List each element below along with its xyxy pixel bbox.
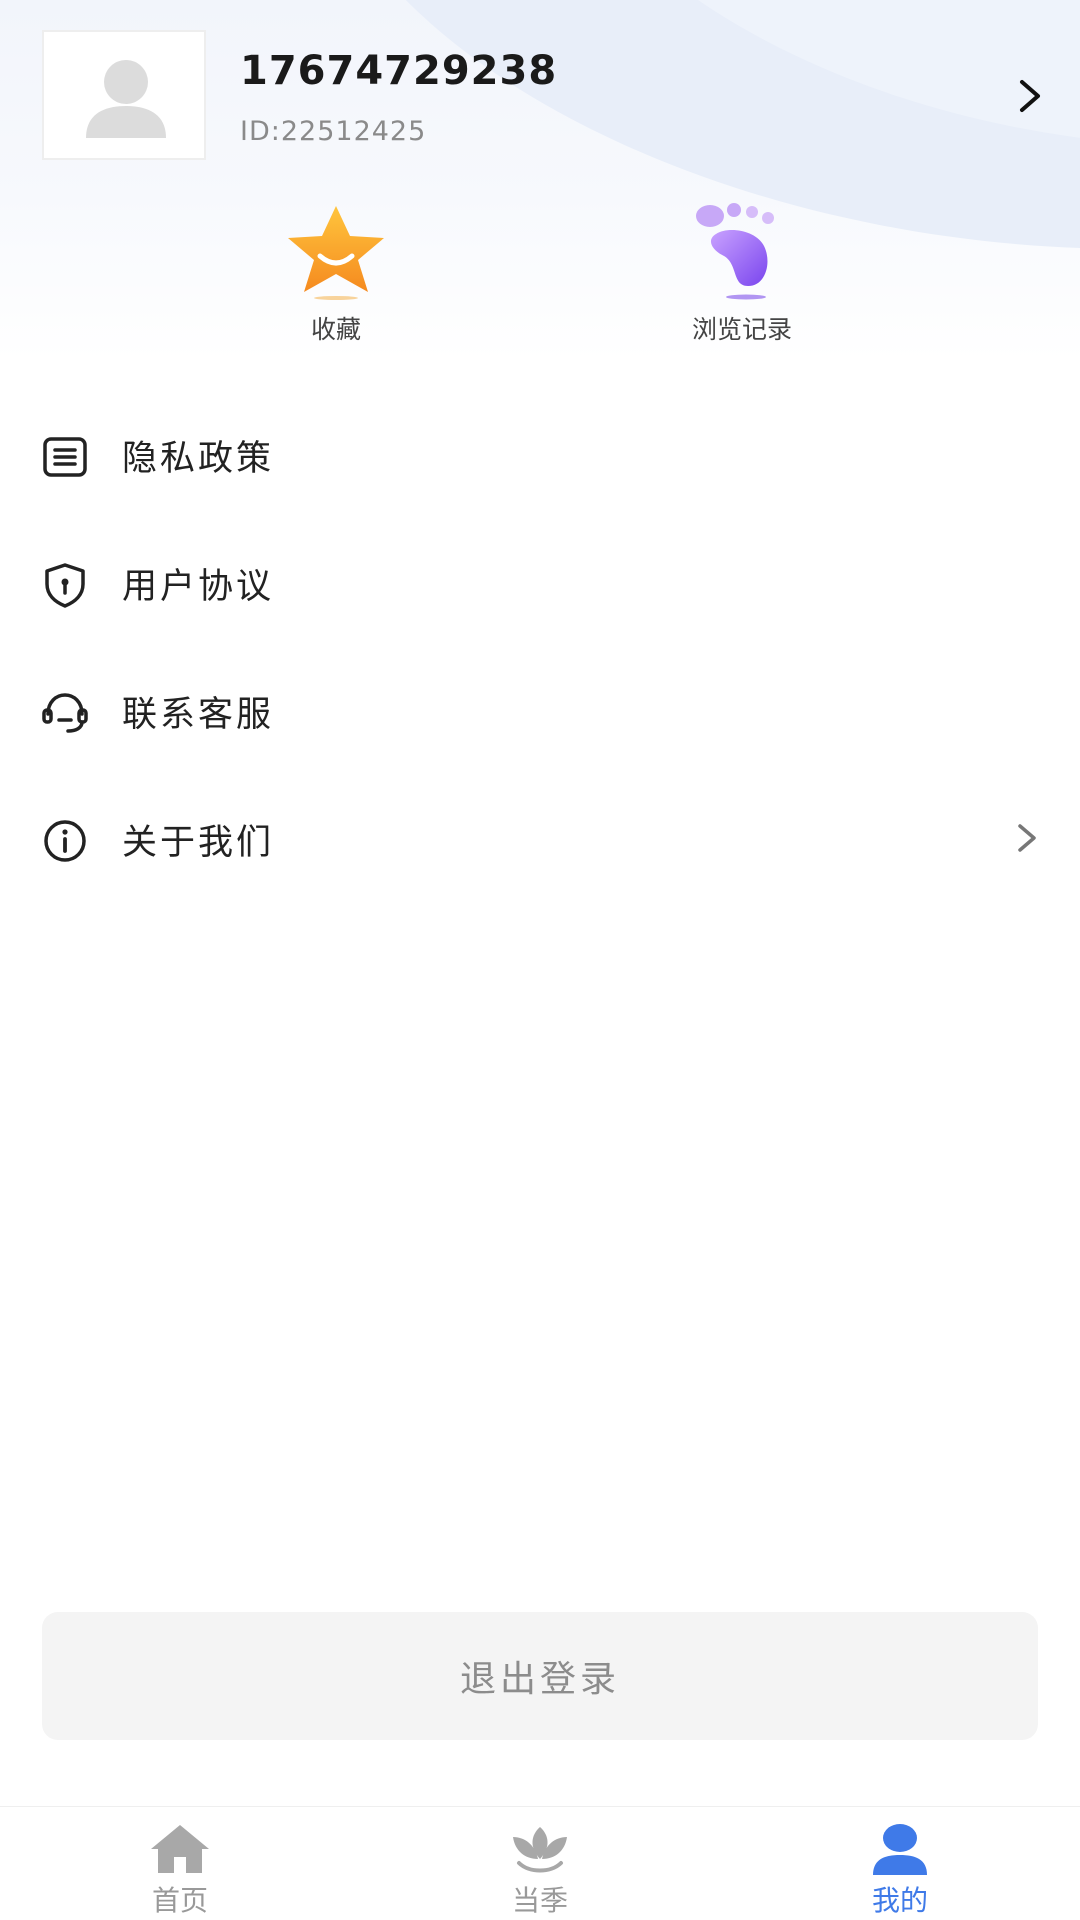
info-icon: [44, 820, 86, 862]
phone-number: 17674729238: [240, 48, 558, 94]
tab-label: 首页: [151, 1884, 208, 1917]
settings-menu: 隐私政策 用户协议 联系客服 关于我们: [0, 390, 1080, 902]
history-label: 浏览记录: [691, 315, 792, 344]
user-icon: [873, 1824, 927, 1875]
footprint-icon: [696, 203, 774, 300]
menu-item-label: 关于我们: [122, 823, 275, 863]
headset-icon: [42, 693, 88, 733]
chevron-right-icon[interactable]: [1010, 76, 1050, 116]
menu-item-customer-service[interactable]: 联系客服: [0, 646, 1080, 774]
history-button[interactable]: 浏览记录: [642, 200, 842, 360]
home-icon: [151, 1825, 209, 1873]
shield-icon: [45, 563, 85, 608]
tab-season[interactable]: 当季: [460, 1821, 620, 1920]
chevron-right-icon: [1018, 824, 1036, 852]
tab-home[interactable]: 首页: [100, 1821, 260, 1920]
avatar[interactable]: [42, 30, 206, 160]
bottom-tab-bar: 首页 当季 我的: [0, 1806, 1080, 1920]
menu-item-label: 用户协议: [122, 567, 275, 607]
default-avatar-icon: [86, 60, 166, 138]
menu-item-user-agreement[interactable]: 用户协议: [0, 518, 1080, 646]
menu-item-label: 联系客服: [122, 695, 275, 735]
lotus-icon: [513, 1827, 567, 1873]
tab-label: 当季: [511, 1884, 568, 1917]
logout-button[interactable]: 退出登录: [42, 1612, 1038, 1740]
menu-item-privacy-policy[interactable]: 隐私政策: [0, 390, 1080, 518]
profile-card[interactable]: 17674729238 ID:22512425: [42, 30, 1042, 166]
document-icon: [43, 437, 87, 477]
favorites-label: 收藏: [310, 315, 361, 344]
menu-item-about-us[interactable]: 关于我们: [0, 774, 1080, 902]
tab-mine[interactable]: 我的: [820, 1821, 980, 1920]
menu-item-label: 隐私政策: [122, 439, 275, 479]
star-icon: [288, 206, 384, 300]
tab-label: 我的: [871, 1884, 928, 1917]
favorites-button[interactable]: 收藏: [236, 200, 436, 360]
user-id: ID:22512425: [240, 116, 427, 147]
